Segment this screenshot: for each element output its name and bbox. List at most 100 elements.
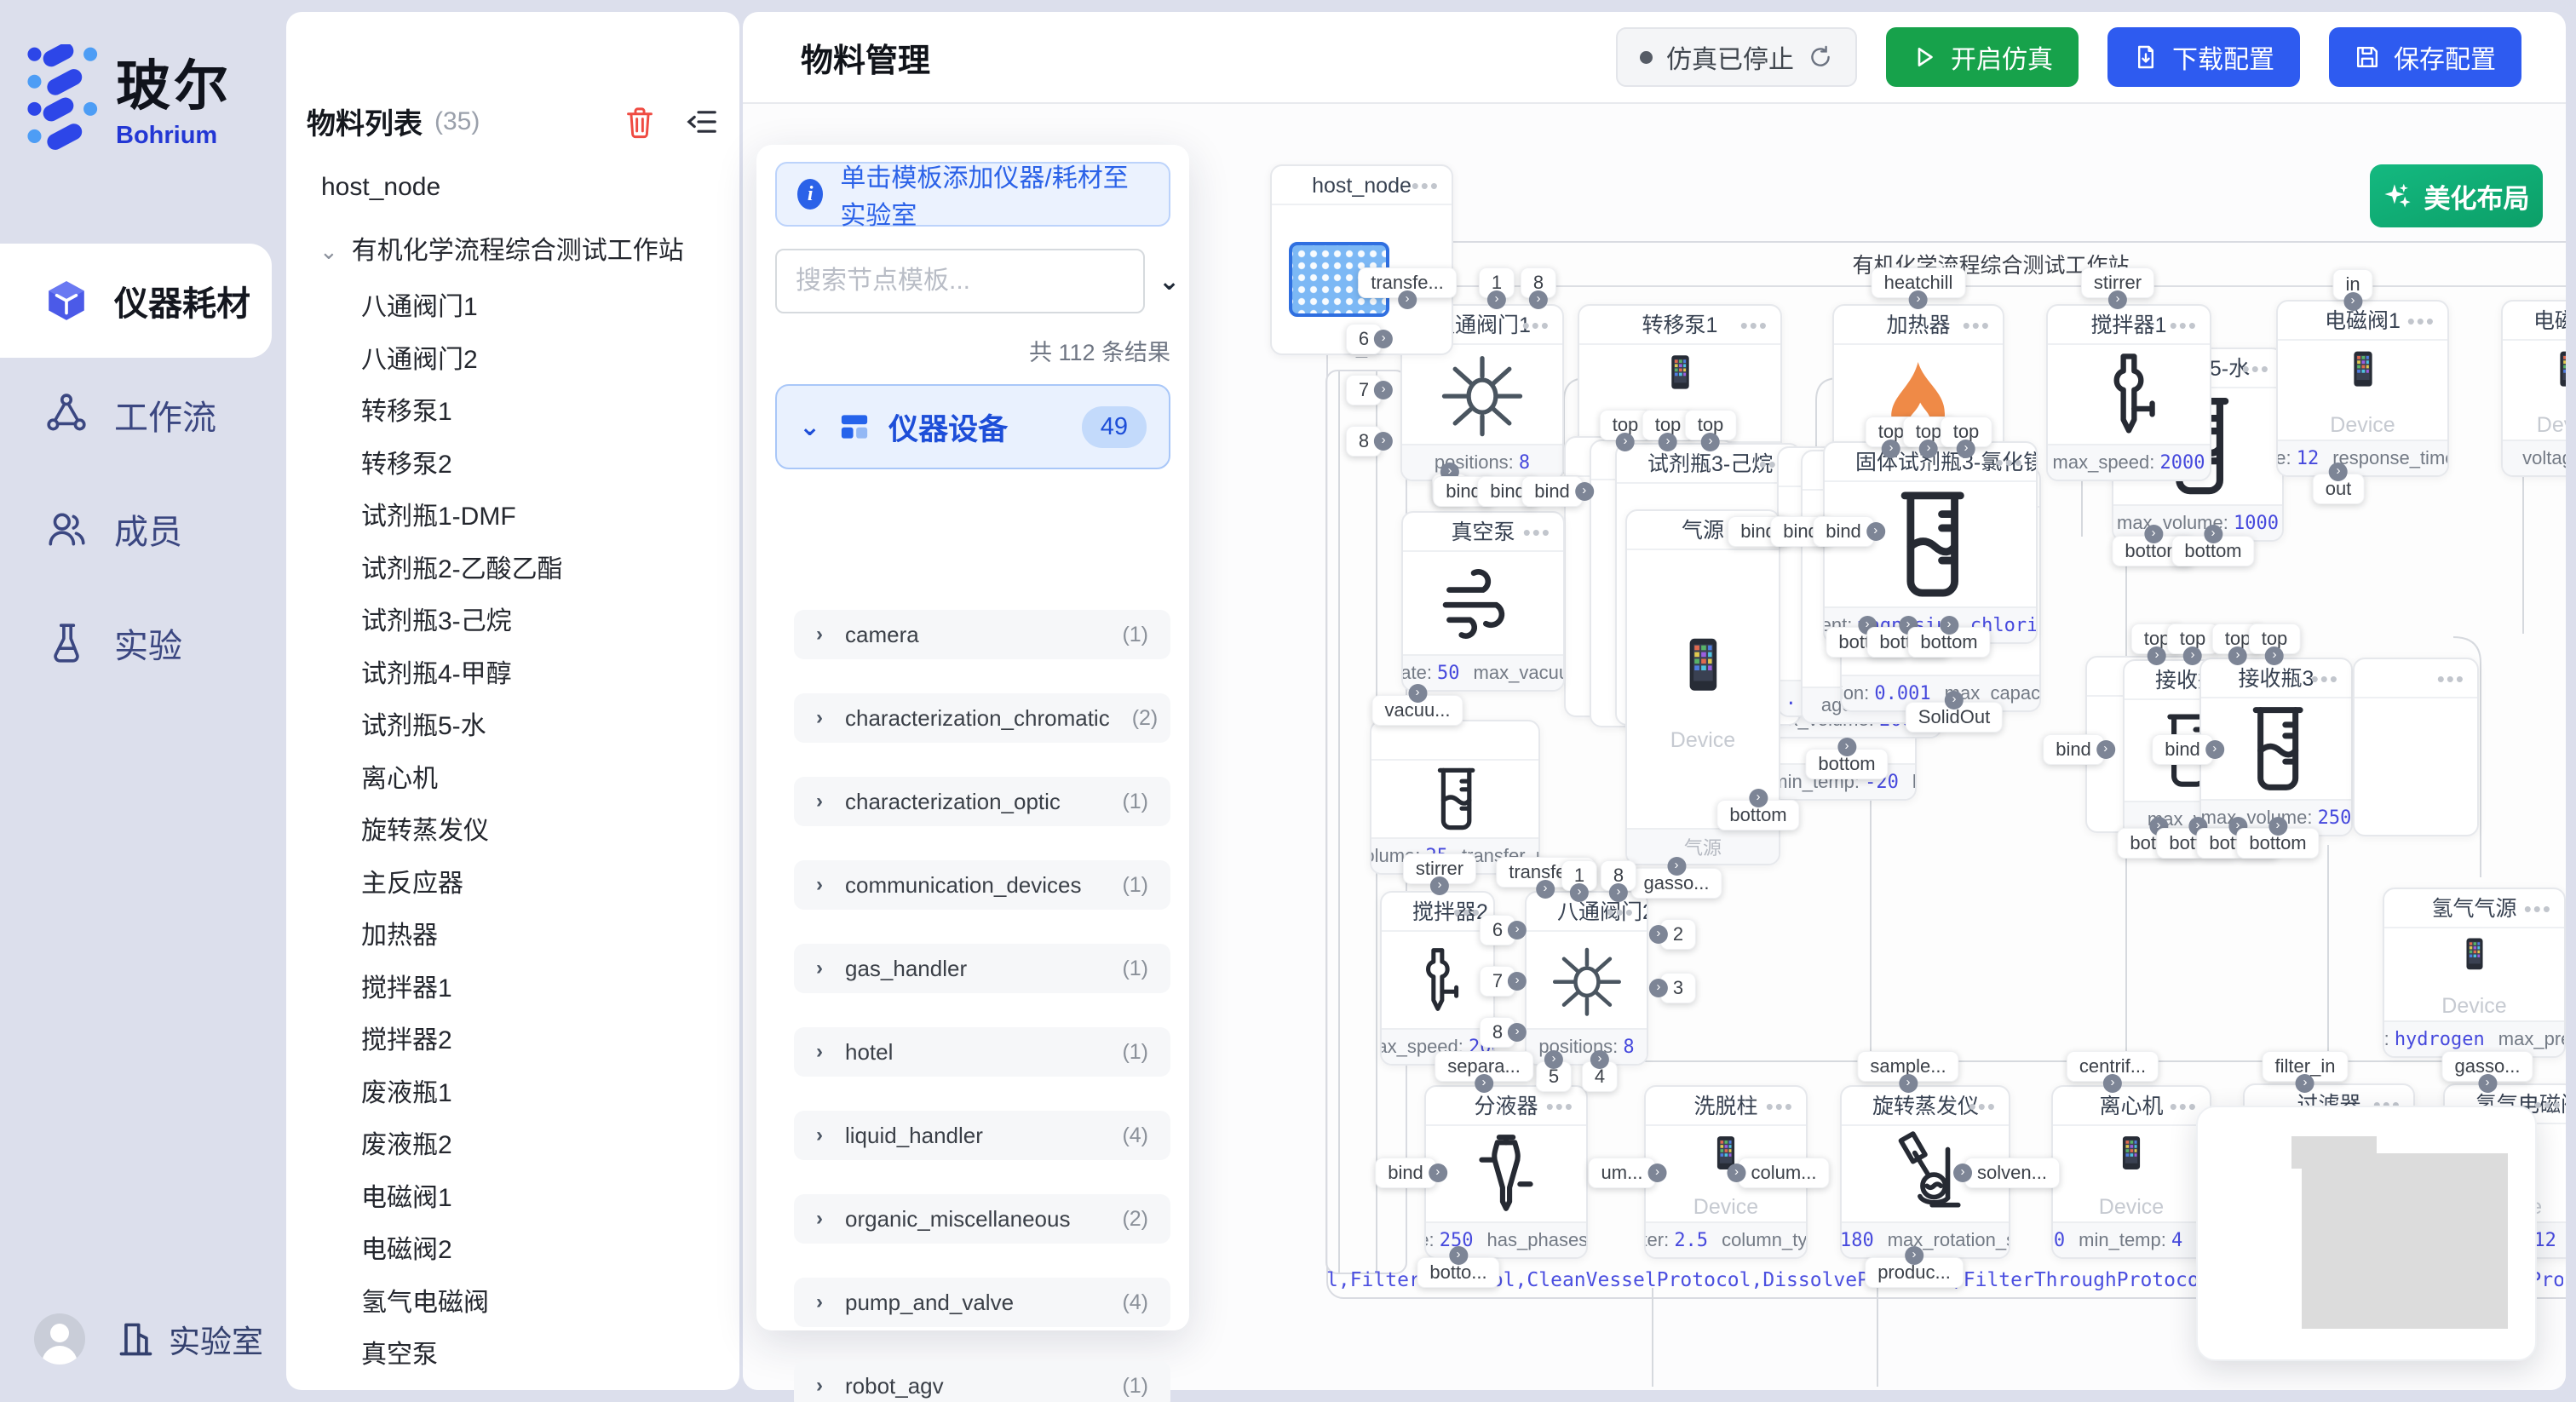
node-menu-icon[interactable]: ••• bbox=[1740, 306, 1768, 345]
port-connector-icon[interactable]: › bbox=[1919, 440, 1938, 458]
port-connector-icon[interactable]: › bbox=[1957, 440, 1975, 458]
port-connector-icon[interactable]: › bbox=[1909, 290, 1928, 309]
port-connector-icon[interactable]: › bbox=[1570, 883, 1589, 902]
port-connector-icon[interactable]: › bbox=[1649, 979, 1668, 997]
port-6[interactable]: 6› bbox=[1346, 324, 1382, 354]
port-connector-icon[interactable]: › bbox=[1487, 290, 1506, 309]
category-hotel[interactable]: ›hotel(1) bbox=[794, 1027, 1170, 1077]
tree-item-废液瓶2[interactable]: 废液瓶2 bbox=[361, 1123, 452, 1161]
port-connector-icon[interactable]: › bbox=[2478, 1074, 2497, 1093]
node-menu-icon[interactable]: ••• bbox=[1546, 1087, 1574, 1126]
port-connector-icon[interactable]: › bbox=[1508, 972, 1527, 991]
port-bottom[interactable]: bottom› bbox=[1716, 800, 1799, 830]
port-1[interactable]: 1› bbox=[1479, 267, 1515, 298]
port-top[interactable]: top› bbox=[1685, 410, 1737, 440]
port-centrif...[interactable]: centrif...› bbox=[2067, 1051, 2159, 1082]
chevron-down-icon[interactable]: ⌄ bbox=[319, 238, 338, 264]
port-connector-icon[interactable]: › bbox=[1475, 1074, 1493, 1093]
start-simulation-button[interactable]: 开启仿真 bbox=[1886, 27, 2079, 87]
node-menu-icon[interactable]: ••• bbox=[1963, 306, 1991, 345]
port-connector-icon[interactable]: › bbox=[2103, 1074, 2122, 1093]
node-搅拌器2[interactable]: 搅拌器2•••max_speed: 2000 bbox=[1380, 891, 1495, 1066]
port-connector-icon[interactable]: › bbox=[1727, 1164, 1745, 1182]
node-menu-icon[interactable]: ••• bbox=[1996, 443, 2024, 482]
port-in[interactable]: in› bbox=[2332, 269, 2372, 300]
port-connector-icon[interactable]: › bbox=[1749, 789, 1768, 807]
port-produc...[interactable]: produc...› bbox=[1865, 1257, 1964, 1288]
node-八通阀门2[interactable]: 八通阀门2•••positions: 8 bbox=[1525, 891, 1648, 1066]
port-colum...[interactable]: colum...› bbox=[1738, 1158, 1829, 1188]
tree-item-电磁阀1[interactable]: 电磁阀1 bbox=[361, 1176, 452, 1214]
tree-item-旋转蒸发仪[interactable]: 旋转蒸发仪 bbox=[361, 809, 489, 847]
port-8[interactable]: 8› bbox=[1480, 1017, 1515, 1048]
port-um...[interactable]: um...› bbox=[1589, 1158, 1656, 1188]
node-menu-icon[interactable]: ••• bbox=[2170, 1087, 2198, 1126]
port-connector-icon[interactable]: › bbox=[1905, 1246, 1923, 1265]
tree-item-转移泵2[interactable]: 转移泵2 bbox=[361, 443, 452, 480]
port-7[interactable]: 7› bbox=[1346, 375, 1382, 405]
tree-item-试剂瓶5-水[interactable]: 试剂瓶5-水 bbox=[361, 704, 486, 742]
port-connector-icon[interactable]: › bbox=[1647, 1164, 1666, 1182]
port-out[interactable]: out› bbox=[2313, 474, 2365, 504]
node-真空泵[interactable]: 真空泵•••pump_rate: 50max_vacuum: 0.1 bbox=[1401, 511, 1565, 692]
sidebar-item-lab[interactable]: 实验室 bbox=[116, 1316, 263, 1362]
port-connector-icon[interactable]: › bbox=[2296, 1074, 2314, 1093]
port-connector-icon[interactable]: › bbox=[1408, 684, 1427, 703]
port-filter_in[interactable]: filter_in› bbox=[2263, 1051, 2349, 1082]
port-1[interactable]: 1› bbox=[1561, 860, 1597, 891]
port-connector-icon[interactable]: › bbox=[1945, 691, 1964, 710]
port-2[interactable]: 2› bbox=[1660, 919, 1696, 950]
node-搅拌器1[interactable]: 搅拌器1•••max_speed: 2000 bbox=[2046, 304, 2211, 481]
port-connector-icon[interactable]: › bbox=[1667, 857, 1686, 876]
tree-item-host-node[interactable]: host_node bbox=[321, 173, 440, 202]
tree-item-搅拌器2[interactable]: 搅拌器2 bbox=[361, 1019, 452, 1056]
sidebar-item-工作流[interactable]: 工作流 bbox=[0, 358, 283, 472]
port-connector-icon[interactable]: › bbox=[2204, 525, 2222, 543]
tree-item-试剂瓶1-DMF[interactable]: 试剂瓶1-DMF bbox=[361, 495, 516, 532]
port-heatchill[interactable]: heatchill› bbox=[1872, 267, 1966, 298]
port-6[interactable]: 6› bbox=[1480, 915, 1515, 945]
port-gasso...[interactable]: gasso...› bbox=[1630, 868, 1722, 899]
port-bind[interactable]: bind› bbox=[2043, 734, 2104, 765]
category-characterization_optic[interactable]: ›characterization_optic(1) bbox=[794, 777, 1170, 826]
category-equipment[interactable]: ⌄ 仪器设备 49 bbox=[775, 384, 1170, 469]
tree-item-转移泵1[interactable]: 转移泵1 bbox=[361, 390, 452, 428]
port-connector-icon[interactable]: › bbox=[1590, 1050, 1609, 1069]
port-separa...[interactable]: separa...› bbox=[1435, 1051, 1533, 1082]
port-gasso...[interactable]: gasso...› bbox=[2441, 1051, 2533, 1082]
port-3[interactable]: 3› bbox=[1660, 973, 1696, 1003]
node-ghost[interactable]: ••• bbox=[2353, 658, 2479, 836]
port-stirrer[interactable]: stirrer› bbox=[2081, 267, 2154, 298]
port-SolidOut[interactable]: SolidOut› bbox=[1906, 702, 2003, 733]
node-电磁阀2[interactable]: 电磁阀2•••Devicevoltage: 12 bbox=[2501, 300, 2576, 477]
port-7[interactable]: 7› bbox=[1480, 966, 1515, 997]
port-connector-icon[interactable]: › bbox=[1609, 883, 1628, 902]
port-connector-icon[interactable]: › bbox=[1940, 616, 1958, 635]
port-connector-icon[interactable]: › bbox=[1616, 433, 1635, 451]
category-organic_miscellaneous[interactable]: ›organic_miscellaneous(2) bbox=[794, 1194, 1170, 1244]
node-menu-icon[interactable]: ••• bbox=[1453, 893, 1481, 932]
port-connector-icon[interactable]: › bbox=[1374, 381, 1393, 399]
port-connector-icon[interactable]: › bbox=[1508, 921, 1527, 939]
port-bottom[interactable]: bottom› bbox=[2236, 828, 2319, 859]
node-menu-icon[interactable]: ••• bbox=[2311, 659, 2339, 698]
port-stirrer[interactable]: stirrer› bbox=[1403, 853, 1476, 884]
node-离心机[interactable]: 离心机•••Devicetemp: 40min_temp: 4max_spe bbox=[2051, 1085, 2211, 1259]
tree-item-加热器[interactable]: 加热器 bbox=[361, 914, 438, 951]
port-top[interactable]: top› bbox=[2249, 623, 2301, 654]
download-config-button[interactable]: 下载配置 bbox=[2107, 27, 2300, 87]
port-connector-icon[interactable]: › bbox=[1529, 290, 1548, 309]
port-vacuu...[interactable]: vacuu...› bbox=[1371, 695, 1463, 726]
tree-item-废液瓶1[interactable]: 废液瓶1 bbox=[361, 1072, 452, 1109]
node-ghost[interactable]: max_volume: 25transfer_rate: 10 bbox=[1370, 720, 1540, 875]
port-8[interactable]: 8› bbox=[1346, 426, 1382, 457]
node-menu-icon[interactable]: ••• bbox=[2534, 1085, 2562, 1124]
node-menu-icon[interactable]: ••• bbox=[1523, 513, 1551, 552]
port-connector-icon[interactable]: › bbox=[2228, 646, 2247, 665]
node-分液器[interactable]: 分液器•••volume: 250has_phases: true bbox=[1424, 1085, 1588, 1259]
category-camera[interactable]: ›camera(1) bbox=[794, 610, 1170, 659]
port-bottom[interactable]: bottom› bbox=[1805, 749, 1888, 779]
category-communication_devices[interactable]: ›communication_devices(1) bbox=[794, 860, 1170, 910]
tree-item-真空泵[interactable]: 真空泵 bbox=[361, 1333, 438, 1370]
port-connector-icon[interactable]: › bbox=[1536, 880, 1555, 899]
